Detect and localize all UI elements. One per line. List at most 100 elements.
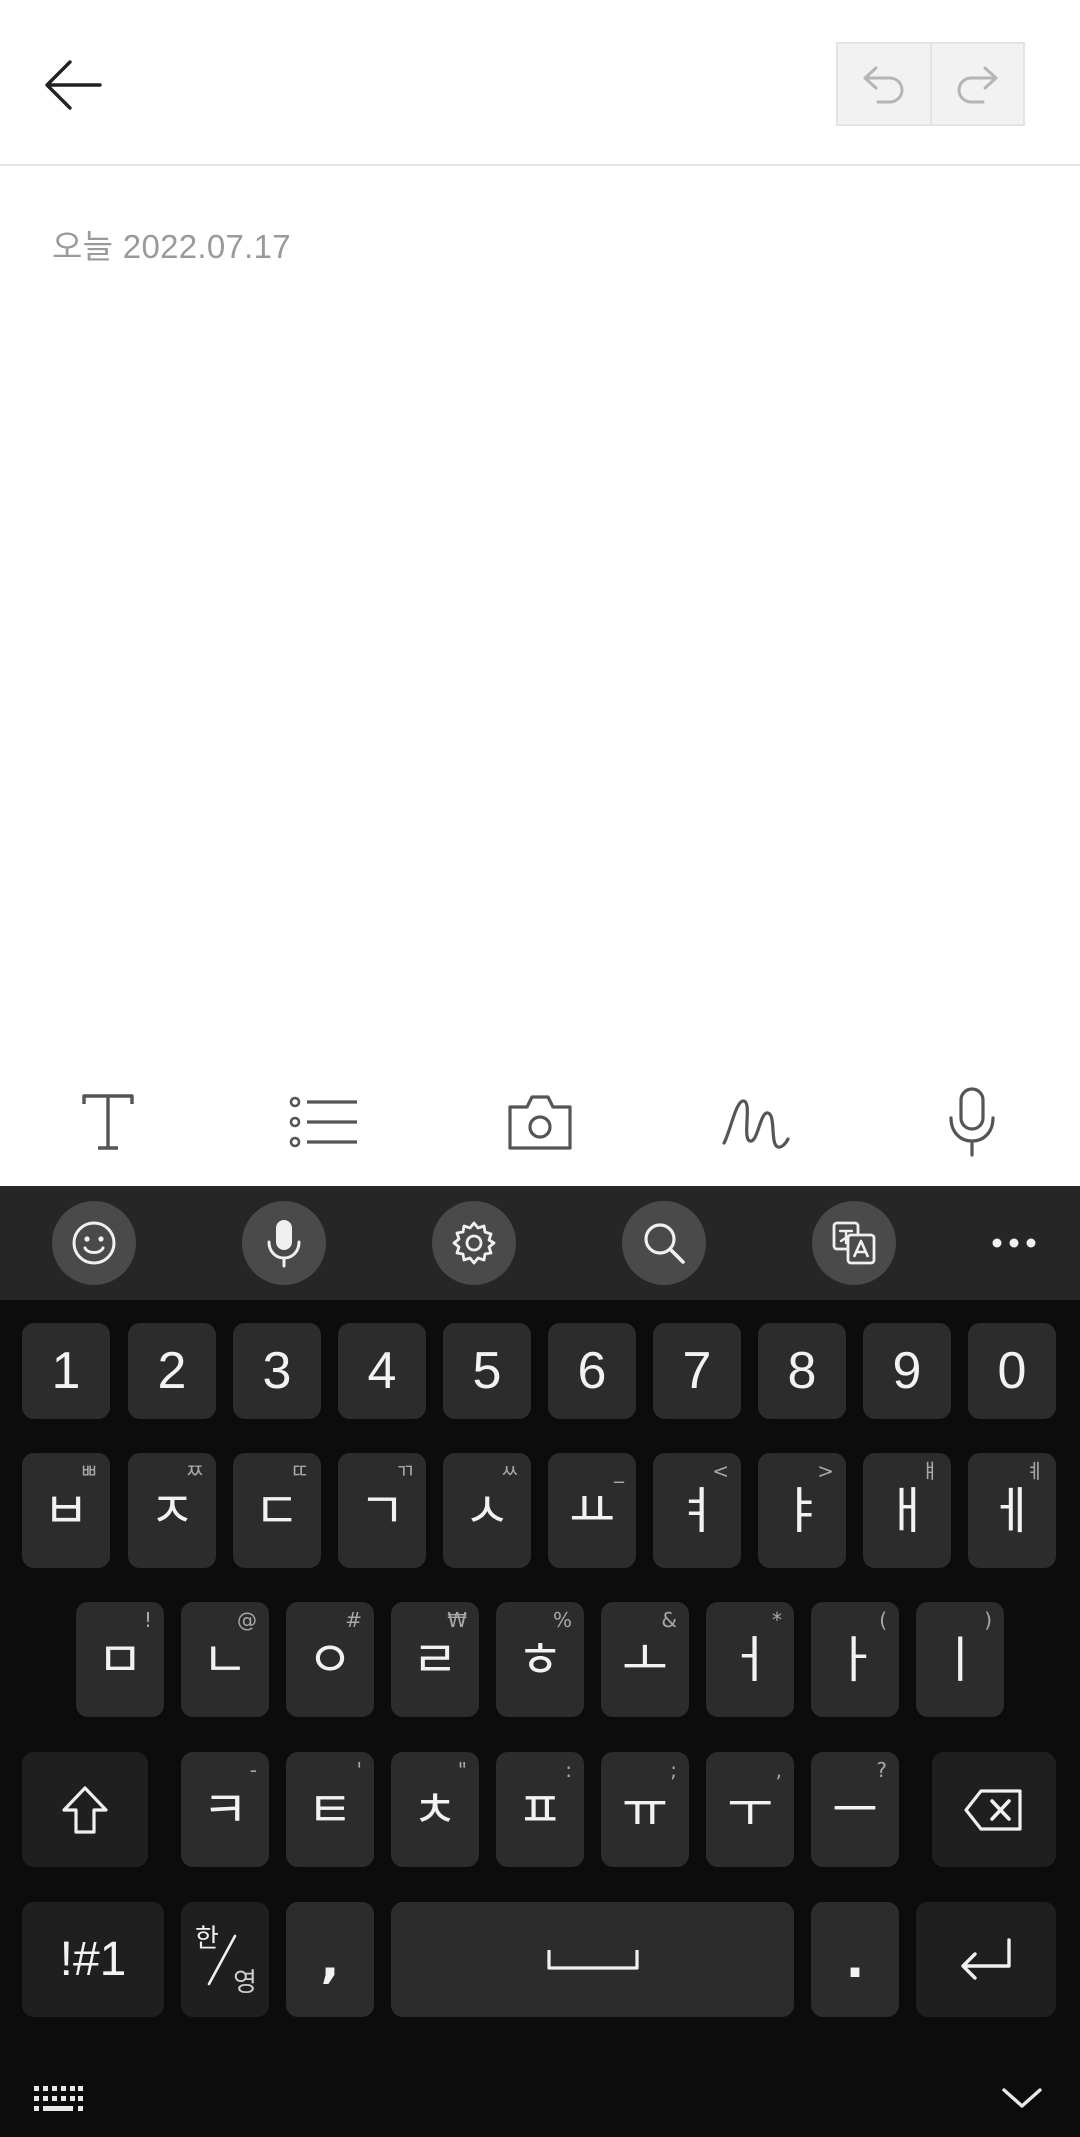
key-label: ㅛ: [569, 1481, 615, 1540]
voice-input-icon: [267, 1220, 301, 1268]
key-g[interactable]: ㄲㄱ: [338, 1453, 426, 1568]
key-label: 3: [262, 1342, 292, 1400]
shift-key[interactable]: [22, 1752, 148, 1867]
key-label: ㅠ: [622, 1780, 668, 1839]
key-hint: >: [817, 1459, 834, 1483]
arrow-left-icon: [45, 60, 102, 110]
key-label: ㅏ: [832, 1630, 878, 1689]
key-o[interactable]: & ㅗ: [601, 1602, 689, 1717]
hide-keyboard-button[interactable]: [1000, 2082, 1044, 2116]
key-6[interactable]: 6: [548, 1323, 636, 1419]
voice-recording-button[interactable]: [924, 1080, 1020, 1164]
key-4[interactable]: 4: [338, 1323, 426, 1419]
handwriting-button[interactable]: [708, 1080, 804, 1164]
key-ya[interactable]: > ㅑ: [758, 1453, 846, 1568]
key-b[interactable]: ㅃㅂ: [22, 1453, 110, 1568]
key-j[interactable]: ㅉㅈ: [128, 1453, 216, 1568]
key-yo[interactable]: _ ㅛ: [548, 1453, 636, 1568]
voice-input-button[interactable]: [242, 1201, 326, 1285]
key-hint: ): [984, 1608, 992, 1632]
key-hint: ㄲ: [395, 1459, 414, 1483]
key-3[interactable]: 3: [233, 1323, 321, 1419]
key-eu[interactable]: ? ㅡ: [811, 1752, 899, 1867]
back-button[interactable]: [38, 52, 108, 118]
keyboard-switch-button[interactable]: [32, 2084, 84, 2118]
key-label: ㄱ: [359, 1481, 405, 1540]
key-hint: (: [879, 1608, 887, 1632]
list-button[interactable]: [276, 1080, 372, 1164]
translate-button[interactable]: [812, 1201, 896, 1285]
key-7[interactable]: 7: [653, 1323, 741, 1419]
key-n[interactable]: @ ㄴ: [181, 1602, 269, 1717]
key-label: ㅕ: [674, 1481, 720, 1540]
settings-button[interactable]: [432, 1201, 516, 1285]
comma-key[interactable]: ,: [286, 1902, 374, 2017]
camera-icon: [508, 1095, 572, 1150]
key-ng[interactable]: # ㅇ: [286, 1602, 374, 1717]
key-hint: ,: [775, 1758, 782, 1782]
enter-icon: [961, 1937, 1011, 1980]
redo-button[interactable]: [929, 44, 1024, 124]
key-yu[interactable]: ; ㅠ: [601, 1752, 689, 1867]
key-label: 2: [157, 1342, 187, 1400]
key-eo[interactable]: * ㅓ: [706, 1602, 794, 1717]
more-button[interactable]: [972, 1201, 1056, 1285]
key-9[interactable]: 9: [863, 1323, 951, 1419]
text-format-button[interactable]: [60, 1080, 156, 1164]
key-yeo[interactable]: < ㅕ: [653, 1453, 741, 1568]
key-d[interactable]: ㄸㄷ: [233, 1453, 321, 1568]
key-label: 0: [997, 1342, 1027, 1400]
undo-button[interactable]: [838, 44, 930, 124]
camera-button[interactable]: [492, 1080, 588, 1164]
key-1[interactable]: 1: [22, 1323, 110, 1419]
period-key[interactable]: .: [811, 1902, 899, 2017]
key-0[interactable]: 0: [968, 1323, 1056, 1419]
key-label: 1: [51, 1342, 81, 1400]
keyboard-toolbar: [0, 1186, 1080, 1300]
key-label: ㅜ: [727, 1780, 773, 1839]
backspace-key[interactable]: [932, 1752, 1056, 1867]
key-r[interactable]: ₩ ㄹ: [391, 1602, 479, 1717]
enter-key[interactable]: [916, 1902, 1056, 2017]
key-hint: ㅃ: [79, 1459, 98, 1483]
key-t[interactable]: ' ㅌ: [286, 1752, 374, 1867]
key-label: ㅂ: [43, 1481, 89, 1540]
key-hint: ㄸ: [290, 1459, 309, 1483]
key-label: ㅐ: [884, 1481, 930, 1540]
key-2[interactable]: 2: [128, 1323, 216, 1419]
symbols-key[interactable]: !#1: [22, 1902, 164, 2017]
redo-icon: [957, 66, 998, 104]
key-hint: ㅒ: [920, 1459, 939, 1483]
key-label: ㅁ: [97, 1630, 143, 1689]
key-hint: ': [356, 1758, 363, 1782]
language-switch-key[interactable]: 한 영: [181, 1902, 269, 2017]
key-hint: &: [661, 1608, 677, 1632]
key-hint: :: [565, 1758, 572, 1782]
space-key[interactable]: [391, 1902, 794, 2017]
key-e[interactable]: ㅖㅔ: [968, 1453, 1056, 1568]
key-h[interactable]: % ㅎ: [496, 1602, 584, 1717]
key-label: ㄹ: [412, 1630, 458, 1689]
key-m[interactable]: ! ㅁ: [76, 1602, 164, 1717]
key-u[interactable]: ,ㅜ: [706, 1752, 794, 1867]
key-p[interactable]: :ㅍ: [496, 1752, 584, 1867]
voice-recording-icon: [949, 1087, 995, 1157]
note-date: 오늘 2022.07.17: [52, 228, 291, 265]
key-a[interactable]: (ㅏ: [811, 1602, 899, 1717]
space-icon: [546, 1949, 639, 1970]
emoji-button[interactable]: [52, 1201, 136, 1285]
key-8[interactable]: 8: [758, 1323, 846, 1419]
key-label: 9: [892, 1342, 922, 1400]
key-k[interactable]: -ㅋ: [181, 1752, 269, 1867]
search-button[interactable]: [622, 1201, 706, 1285]
key-ae[interactable]: ㅒㅐ: [863, 1453, 951, 1568]
chevron-down-icon: [1002, 2088, 1042, 2108]
note-editor[interactable]: 오늘 2022.07.17: [0, 168, 1080, 1058]
key-ch[interactable]: " ㅊ: [391, 1752, 479, 1867]
key-5[interactable]: 5: [443, 1323, 531, 1419]
key-i[interactable]: ) ㅣ: [916, 1602, 1004, 1717]
key-label: ㅡ: [832, 1780, 878, 1839]
key-hint: ₩: [447, 1608, 467, 1632]
key-hint: -: [249, 1758, 257, 1782]
key-s[interactable]: ㅆㅅ: [443, 1453, 531, 1568]
